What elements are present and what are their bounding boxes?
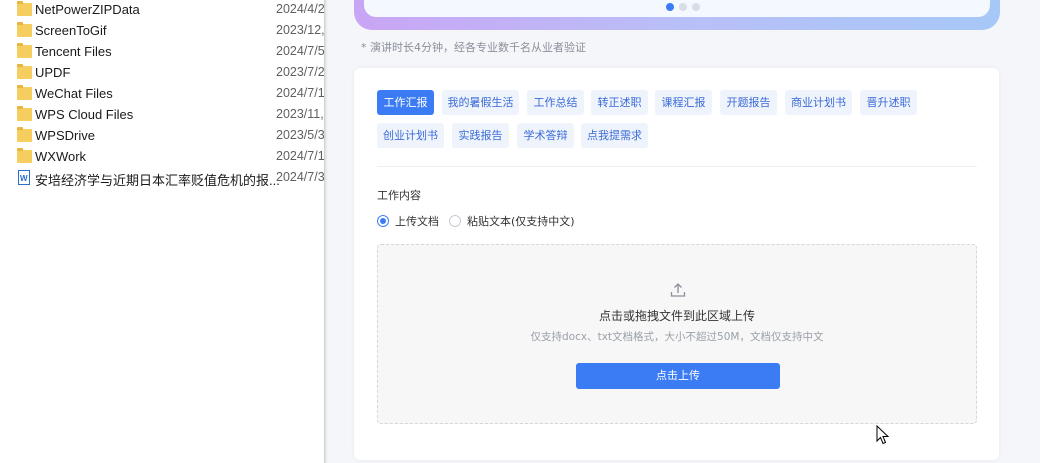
folder-icon — [17, 22, 32, 37]
file-date: 2024/7/3 — [276, 170, 324, 184]
file-name: Tencent Files — [35, 44, 112, 59]
divider — [377, 166, 977, 167]
file-explorer-pane: NetPowerZIPData 2024/4/2 ScreenToGif 202… — [0, 0, 324, 463]
folder-icon — [17, 106, 32, 121]
file-date: 2024/4/2 — [276, 2, 324, 16]
file-row[interactable]: W 安培经济学与近期日本汇率贬值危机的报... 2024/7/3 — [0, 168, 324, 189]
tag-course-report[interactable]: 课程汇报 — [655, 90, 712, 115]
tag-proposal-report[interactable]: 开题报告 — [720, 90, 777, 115]
carousel-dot[interactable] — [666, 3, 674, 11]
file-row[interactable]: WPSDrive 2023/5/3 — [0, 126, 324, 147]
work-content-label: 工作内容 — [377, 189, 421, 202]
tag-business-plan[interactable]: 商业计划书 — [785, 90, 852, 115]
file-date: 2023/5/3 — [276, 128, 324, 142]
mouse-cursor-icon — [876, 425, 890, 445]
radio-unchecked-icon[interactable] — [449, 215, 461, 227]
folder-icon — [17, 64, 32, 79]
tag-summer-life[interactable]: 我的暑假生活 — [442, 90, 519, 115]
file-name: WeChat Files — [35, 86, 113, 101]
folder-icon — [17, 85, 32, 100]
file-row[interactable]: WXWork 2024/7/1 — [0, 147, 324, 168]
file-row[interactable]: ScreenToGif 2023/12, — [0, 21, 324, 42]
file-name: WPSDrive — [35, 128, 95, 143]
banner-footnote: * 演讲时长4分钟，经各专业数千名从业者验证 — [361, 41, 586, 54]
tag-promotion-review[interactable]: 晋升述职 — [860, 90, 917, 115]
carousel-dots — [666, 3, 700, 11]
tag-practice-report[interactable]: 实践报告 — [452, 123, 509, 148]
dropzone-title: 点击或拖拽文件到此区域上传 — [598, 309, 755, 323]
tag-academic-defense[interactable]: 学术答辩 — [517, 123, 574, 148]
banner-carousel — [354, 0, 1000, 30]
report-form-card: 工作汇报 我的暑假生活 工作总结 转正述职 课程汇报 开题报告 商业计划书 晋升… — [354, 68, 999, 460]
tag-startup-plan[interactable]: 创业计划书 — [377, 123, 444, 148]
file-name: ScreenToGif — [35, 23, 107, 38]
file-dropzone[interactable]: 点击或拖拽文件到此区域上传 仅支持docx、txt文档格式，大小不超过50M，文… — [377, 244, 977, 424]
folder-icon — [17, 127, 32, 142]
banner-slide — [364, 0, 990, 17]
dropzone-hint: 仅支持docx、txt文档格式，大小不超过50M，文档仅支持中文 — [530, 331, 824, 343]
file-name: NetPowerZIPData — [35, 2, 140, 17]
file-name: WPS Cloud Files — [35, 107, 134, 122]
radio-paste-label: 粘贴文本(仅支持中文) — [467, 215, 575, 228]
file-date: 2024/7/5 — [276, 44, 324, 58]
carousel-dot[interactable] — [692, 3, 700, 11]
file-name: UPDF — [35, 65, 71, 80]
carousel-dot[interactable] — [679, 3, 687, 11]
folder-icon — [17, 148, 32, 163]
tag-work-report[interactable]: 工作汇报 — [377, 90, 434, 115]
word-document-icon: W — [18, 170, 30, 185]
file-row[interactable]: WPS Cloud Files 2023/11, — [0, 105, 324, 126]
file-name: WXWork — [35, 149, 87, 164]
folder-icon — [17, 43, 32, 58]
file-date: 2023/11, — [276, 107, 324, 121]
click-upload-button[interactable]: 点击上传 — [576, 363, 780, 389]
file-row[interactable]: NetPowerZIPData 2024/4/2 — [0, 0, 324, 21]
file-name: 安培经济学与近期日本汇率贬值危机的报... — [35, 173, 280, 188]
folder-icon — [17, 1, 32, 16]
radio-upload-document[interactable]: 上传文档 — [377, 213, 439, 229]
radio-paste-text[interactable]: 粘贴文本(仅支持中文) — [449, 213, 575, 229]
upload-icon — [670, 283, 686, 297]
pane-divider — [324, 0, 328, 463]
file-date: 2024/7/1 — [276, 86, 324, 100]
tag-probation-review[interactable]: 转正述职 — [591, 90, 648, 115]
file-row[interactable]: UPDF 2023/7/2 — [0, 63, 324, 84]
file-row[interactable]: Tencent Files 2024/7/5 — [0, 42, 324, 63]
file-date: 2024/7/1 — [276, 149, 324, 163]
file-date: 2023/12, — [276, 23, 324, 37]
file-row[interactable]: WeChat Files 2024/7/1 — [0, 84, 324, 105]
radio-checked-icon[interactable] — [377, 215, 389, 227]
file-date: 2023/7/2 — [276, 65, 324, 79]
tag-request-feature[interactable]: 点我提需求 — [581, 123, 648, 148]
radio-upload-label: 上传文档 — [395, 215, 439, 228]
tag-work-summary[interactable]: 工作总结 — [527, 90, 584, 115]
